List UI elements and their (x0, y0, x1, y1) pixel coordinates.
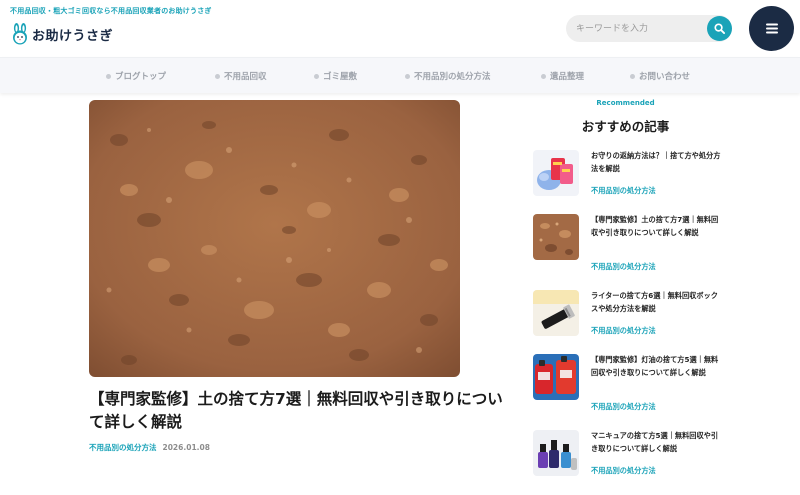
soil-thumbnail[interactable] (533, 214, 579, 260)
bullet-dot-icon (215, 73, 220, 79)
lighter-thumbnail[interactable] (533, 290, 579, 336)
bullet-dot-icon (106, 73, 111, 79)
nav-item-label: ブログトップ (115, 72, 167, 82)
nav-item-label: ゴミ屋敷 (323, 72, 358, 82)
kerosene-thumbnail[interactable] (533, 354, 579, 400)
recommended-item-category[interactable]: 不用品別の処分方法 (591, 326, 656, 336)
nav-item-label: お問い合わせ (639, 72, 691, 82)
bullet-dot-icon (314, 73, 319, 79)
sidebar-heading: おすすめの記事 (581, 119, 670, 134)
nav-item-label: 不用品回収 (224, 72, 267, 82)
nav-item-estate-clearing[interactable]: 遺品整理 (541, 58, 584, 94)
search-box (566, 15, 732, 42)
sidebar-eyebrow: Recommended (596, 99, 655, 107)
article-category[interactable]: 不用品別の処分方法 (89, 443, 157, 452)
soil-image (533, 214, 579, 260)
nail-polish-image (533, 430, 579, 476)
article-hero-image[interactable] (89, 100, 460, 377)
recommended-item-category[interactable]: 不用品別の処分方法 (591, 466, 656, 476)
hamburger-icon (765, 23, 778, 34)
nail-polish-thumbnail[interactable] (533, 430, 579, 476)
bullet-dot-icon (541, 73, 546, 79)
kerosene-image (533, 354, 579, 400)
article-date: 2026.01.08 (162, 443, 210, 452)
hamburger-menu-button[interactable] (749, 6, 794, 51)
article-meta: 不用品別の処分方法 2026.01.08 (89, 442, 210, 453)
omamori-image (533, 150, 579, 196)
recommended-item-title: お守りの返納方法は？｜捨て方や処分方法を解説 (591, 151, 721, 173)
recommended-item-category[interactable]: 不用品別の処分方法 (591, 262, 656, 272)
search-button[interactable] (707, 16, 732, 41)
logo-text: お助けうさぎ (32, 28, 114, 44)
nav-item-blog-top[interactable]: ブログトップ (106, 58, 166, 94)
bullet-dot-icon (405, 73, 410, 79)
recommended-item-title: 【専門家監修】灯油の捨て方5選｜無料回収や引き取りについて詳しく解説 (591, 355, 719, 377)
article-title[interactable]: 【専門家監修】土の捨て方7選｜無料回収や引き取りについて詳しく解説 (89, 388, 509, 434)
site-header: 不用品回収・粗大ゴミ回収なら不用品回収業者のお助けうさぎ お助けうさぎ (0, 0, 800, 56)
recommended-item-title: 【専門家監修】土の捨て方7選｜無料回収や引き取りについて詳しく解説 (591, 215, 719, 237)
recommended-item-title: ライターの捨て方6選｜無料回収ボックスや処分方法を解説 (591, 291, 718, 313)
recommended-item-category[interactable]: 不用品別の処分方法 (591, 186, 656, 196)
search-input[interactable] (576, 15, 704, 42)
nav-item-label: 不用品別の処分方法 (414, 72, 491, 82)
nav-item-contact[interactable]: お問い合わせ (630, 58, 690, 94)
nav-item-disposal-methods[interactable]: 不用品別の処分方法 (405, 58, 491, 94)
bullet-dot-icon (630, 73, 635, 79)
recommended-item-category[interactable]: 不用品別の処分方法 (591, 402, 656, 412)
site-tagline: 不用品回収・粗大ゴミ回収なら不用品回収業者のお助けうさぎ (10, 7, 212, 15)
rabbit-logo-icon (13, 23, 27, 45)
lighter-image (533, 290, 579, 336)
site-logo[interactable]: お助けうさぎ (10, 22, 113, 46)
nav-item-junk-removal[interactable]: 不用品回収 (215, 58, 267, 94)
search-icon (714, 23, 725, 34)
nav-item-label: 遺品整理 (550, 72, 585, 82)
nav-item-garbage-house[interactable]: ゴミ屋敷 (314, 58, 357, 94)
recommended-item-title: マニキュアの捨て方5選｜無料回収や引き取りについて詳しく解説 (591, 431, 719, 453)
global-nav: ブログトップ 不用品回収 ゴミ屋敷 不用品別の処分方法 遺品整理 お問い合わせ (0, 57, 800, 93)
omamori-thumbnail[interactable] (533, 150, 579, 196)
soil-photo (89, 100, 460, 377)
